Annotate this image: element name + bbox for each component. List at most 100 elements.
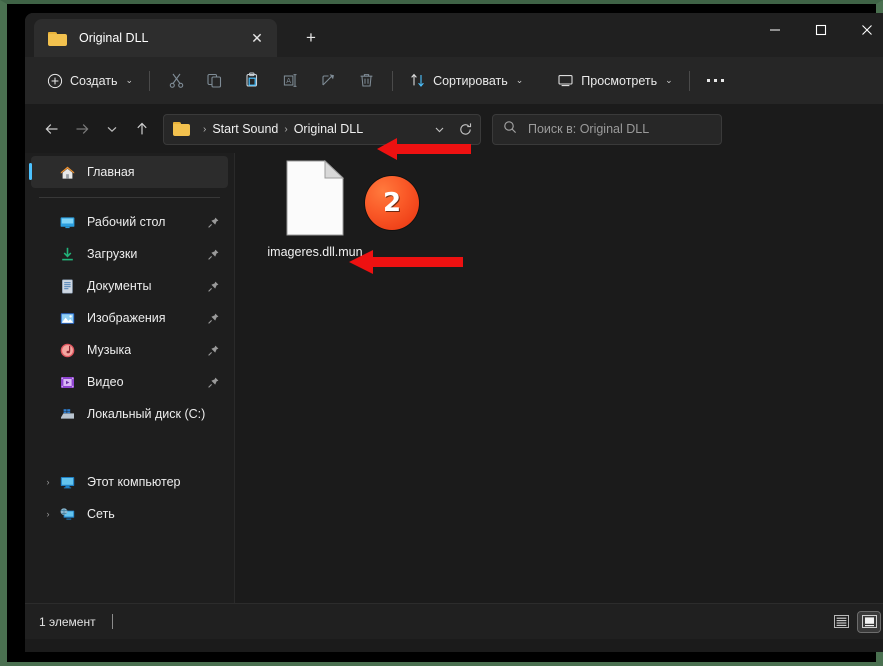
sidebar-item-video[interactable]: Видео [31, 366, 228, 398]
tab-original-dll[interactable]: Original DLL ✕ [34, 19, 277, 57]
network-icon [57, 505, 77, 523]
pin-icon[interactable] [207, 312, 220, 325]
close-button[interactable] [844, 13, 883, 47]
more-options-button[interactable] [697, 65, 735, 97]
sidebar-item-label: Видео [87, 375, 124, 389]
folder-icon [173, 122, 190, 136]
forward-button[interactable] [67, 114, 97, 144]
toolbar-divider-1 [149, 70, 151, 91]
new-tab-button[interactable]: + [297, 25, 325, 51]
pin-icon[interactable] [207, 248, 220, 261]
share-icon [320, 72, 337, 89]
window-controls [752, 13, 883, 47]
delete-button[interactable] [347, 65, 385, 97]
sidebar-item-label: Этот компьютер [87, 475, 181, 489]
expander-icon[interactable]: › [39, 477, 57, 487]
rename-button[interactable]: A [271, 65, 309, 97]
sidebar-item-desktop[interactable]: Рабочий стол [31, 206, 228, 238]
pin-icon[interactable] [207, 216, 220, 229]
sort-icon [409, 72, 426, 89]
title-bar: Original DLL ✕ + [25, 13, 883, 57]
view-button[interactable]: Просмотреть ⌄ [548, 65, 681, 97]
sidebar-item-music[interactable]: Музыка [31, 334, 228, 366]
explorer-body: Главная Рабочий стол Загрузки Документы … [25, 153, 883, 603]
new-button[interactable]: Создать ⌄ [37, 65, 142, 97]
share-button[interactable] [309, 65, 347, 97]
sidebar-item-label: Загрузки [87, 247, 138, 261]
ellipsis-icon [707, 79, 725, 82]
address-bar-actions [426, 116, 478, 143]
paste-icon [244, 72, 261, 89]
video-icon [57, 373, 77, 391]
address-dropdown-icon[interactable] [426, 116, 452, 143]
file-name-label: imageres.dll.mun [267, 245, 363, 259]
scissors-icon [168, 72, 185, 89]
sidebar-item-local-disk-c[interactable]: Локальный диск (C:) [31, 398, 228, 430]
plus-circle-icon [46, 72, 63, 89]
downloads-icon [57, 245, 77, 263]
copy-button[interactable] [195, 65, 233, 97]
home-icon [57, 163, 77, 181]
sidebar-item-label: Рабочий стол [87, 215, 166, 229]
this-pc-icon [57, 473, 77, 491]
sidebar-item-label: Сеть [87, 507, 115, 521]
file-explorer-window: Original DLL ✕ + Создать ⌄ A Сортировать… [25, 13, 883, 652]
view-icon [557, 72, 574, 89]
toolbar-divider-2 [392, 70, 394, 91]
breadcrumb-item-start-sound[interactable]: Start Sound [212, 122, 278, 136]
sort-button[interactable]: Сортировать ⌄ [400, 65, 532, 97]
recent-locations-button[interactable] [97, 114, 127, 144]
close-tab-icon[interactable]: ✕ [243, 24, 271, 52]
view-toggle-group [830, 610, 881, 633]
tab-title: Original DLL [79, 31, 149, 45]
svg-text:A: A [286, 77, 291, 85]
minimize-button[interactable] [752, 13, 798, 47]
maximize-button[interactable] [798, 13, 844, 47]
status-divider [111, 614, 113, 629]
sidebar-item-home[interactable]: Главная [29, 156, 228, 188]
back-button[interactable] [37, 114, 67, 144]
chevron-down-icon: ⌄ [125, 75, 134, 85]
refresh-icon[interactable] [452, 116, 478, 143]
blank-page-icon [286, 159, 345, 236]
music-icon [57, 341, 77, 359]
breadcrumb-separator: › [284, 123, 288, 135]
large-icons-view-button[interactable] [857, 610, 881, 633]
cut-button[interactable] [157, 65, 195, 97]
pictures-icon [57, 309, 77, 327]
paste-button[interactable] [233, 65, 271, 97]
sidebar-item-label: Локальный диск (C:) [87, 407, 206, 421]
details-view-button[interactable] [830, 612, 852, 632]
breadcrumb-item-original-dll[interactable]: Original DLL [294, 122, 363, 136]
pin-icon[interactable] [207, 344, 220, 357]
toolbar-divider-3 [688, 70, 690, 91]
documents-icon [57, 277, 77, 295]
search-box[interactable]: Поиск в: Original DLL [492, 113, 722, 145]
file-item-imageres-dll-mun[interactable]: imageres.dll.mun [257, 159, 373, 259]
sidebar-item-network[interactable]: › Сеть [31, 498, 228, 530]
up-button[interactable] [127, 114, 157, 144]
file-list-view[interactable]: imageres.dll.mun 2 [235, 153, 883, 603]
navigation-pane: Главная Рабочий стол Загрузки Документы … [25, 153, 235, 603]
breadcrumb-separator: › [203, 123, 207, 135]
search-input[interactable]: Поиск в: Original DLL [528, 122, 649, 136]
pin-icon[interactable] [207, 280, 220, 293]
sidebar-item-label: Изображения [87, 311, 166, 325]
sidebar-item-label: Главная [87, 165, 135, 179]
pin-icon[interactable] [207, 376, 220, 389]
copy-icon [206, 72, 223, 89]
sidebar-item-this-pc[interactable]: › Этот компьютер [31, 466, 228, 498]
chevron-down-icon: ⌄ [665, 75, 673, 85]
sidebar-item-pictures[interactable]: Изображения [31, 302, 228, 334]
decorative-frame: Original DLL ✕ + Создать ⌄ A Сортировать… [0, 0, 883, 666]
sidebar-item-documents[interactable]: Документы [31, 270, 228, 302]
expander-icon[interactable]: › [39, 509, 57, 519]
breadcrumb-address-bar[interactable]: › Start Sound › Original DLL [163, 113, 481, 145]
status-bar: 1 элемент [25, 603, 883, 639]
sidebar-divider [39, 197, 220, 198]
sidebar-item-downloads[interactable]: Загрузки [31, 238, 228, 270]
desktop-icon [57, 213, 77, 231]
